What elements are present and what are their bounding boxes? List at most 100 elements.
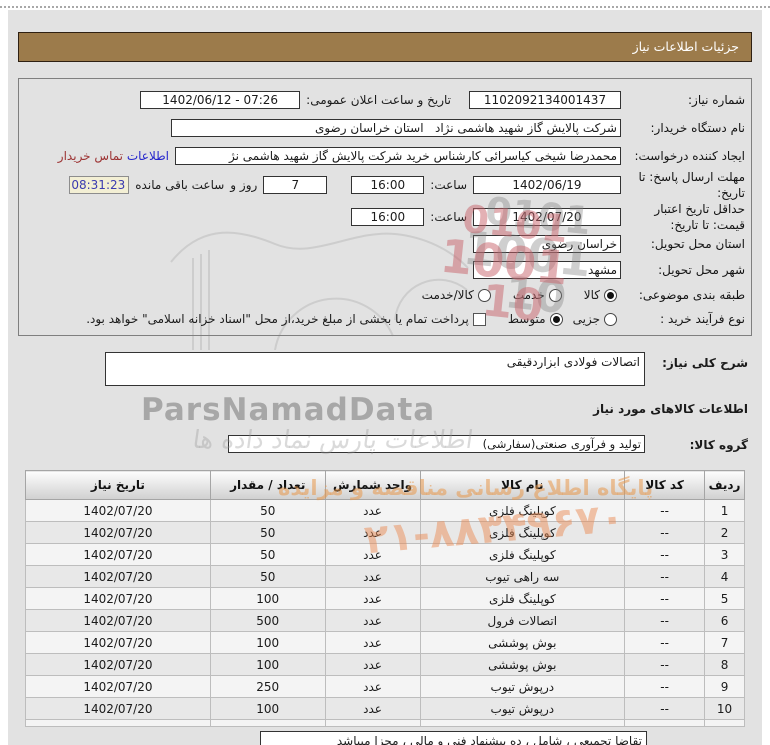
province-field[interactable]: خراسان رضوی <box>473 235 621 253</box>
need-number-field[interactable]: 1102092134001437 <box>469 91 621 109</box>
announce-label: تاریخ و ساعت اعلان عمومی: <box>306 93 451 107</box>
days-remaining-field[interactable]: 7 <box>263 176 328 195</box>
table-cell: 6 <box>704 609 745 632</box>
top-dotted-divider <box>0 6 770 8</box>
buyer-org-field[interactable]: شرکت پالایش گاز شهید هاشمی نژاد استان خر… <box>171 119 621 137</box>
days-and-label: روز و <box>230 178 258 193</box>
table-cell: 10 <box>704 697 745 720</box>
deadline-label: مهلت ارسال پاسخ: تا تاریخ: <box>638 170 745 201</box>
table-cell: 500 <box>209 609 326 632</box>
buyer-contact-link-word1[interactable]: اطلاعات <box>127 149 169 163</box>
table-cell: -- <box>624 521 706 544</box>
row-deadline: مهلت ارسال پاسخ: تا تاریخ: 1402/06/19 سا… <box>25 169 745 201</box>
row-creator: ایجاد کننده درخواست: محمدرضا شیخی کیاسرا… <box>25 147 745 165</box>
table-cell: درپوش تیوب <box>419 675 626 698</box>
category-label: طبقه بندی موضوعی: <box>638 288 745 302</box>
col-quantity: تعداد / مقدار <box>209 470 326 500</box>
treasury-checkbox[interactable] <box>472 312 486 326</box>
treasury-option[interactable]: پرداخت تمام یا بخشی از مبلغ خرید،از محل … <box>86 312 486 326</box>
announce-datetime-field[interactable]: 07:26 - 1402/06/12 <box>140 91 301 109</box>
validity-time-field[interactable]: 16:00 <box>351 208 425 227</box>
table-row: 5 -- کوپلینگ فلزی عدد 100 1402/07/20 <box>25 587 745 610</box>
goods-table-header: ردیف کد کالا نام کالا واحد شمارش تعداد /… <box>25 470 745 500</box>
buyer-contact-link-word2[interactable]: تماس خریدار <box>58 149 123 163</box>
col-item-code: کد کالا <box>624 470 706 500</box>
table-cell: 1402/07/20 <box>25 609 211 632</box>
category-option-goods-service[interactable]: کالا/خدمت <box>422 288 491 302</box>
table-cell: 1402/07/20 <box>25 631 211 654</box>
table-cell: 50 <box>209 543 326 566</box>
city-field[interactable]: مشهد <box>473 261 621 279</box>
table-cell: 100 <box>209 697 326 720</box>
category-option-service[interactable]: خدمت <box>513 288 562 302</box>
table-cell: کوپلینگ فلزی <box>419 543 626 566</box>
radio-goods-service[interactable] <box>477 288 491 302</box>
radio-medium[interactable] <box>549 312 563 326</box>
table-cell: سه راهی تیوب <box>419 565 626 588</box>
goods-group-field[interactable]: تولید و فرآوری صنعتی(سفارشی) <box>228 435 645 453</box>
table-cell: 2 <box>704 521 745 544</box>
table-cell: 50 <box>209 499 326 522</box>
table-cell: عدد <box>324 697 421 720</box>
aggregate-note-field[interactable]: تقاضا تجمیعی ، شامل ، ده پیشنهاد فنی و م… <box>260 731 647 745</box>
watermark-brand: ParsNamadData <box>141 392 436 428</box>
table-cell: -- <box>624 587 706 610</box>
validity-date-field[interactable]: 1402/07/20 <box>473 208 621 227</box>
table-cell: 4 <box>704 565 745 588</box>
row-buyer-org: نام دستگاه خریدار: شرکت پالایش گاز شهید … <box>25 119 745 137</box>
table-row: 1 -- کوپلینگ فلزی عدد 50 1402/07/20 <box>25 499 745 522</box>
table-cell: -- <box>624 543 706 566</box>
deadline-date-field[interactable]: 1402/06/19 <box>473 176 621 195</box>
validity-hour-label: ساعت: <box>430 210 467 225</box>
buyer-contact-link[interactable]: اطلاعات تماس خریدار <box>58 149 169 163</box>
table-cell: عدد <box>324 653 421 676</box>
radio-goods[interactable] <box>604 288 617 302</box>
table-cell: 1 <box>704 499 745 522</box>
table-cell: 50 <box>209 565 326 588</box>
table-cell: 100 <box>209 587 326 610</box>
goods-section-heading: اطلاعات کالاهای مورد نیاز <box>593 402 748 416</box>
creator-label: ایجاد کننده درخواست: <box>634 149 745 163</box>
table-cell: درپوش تیوب <box>419 697 626 720</box>
process-option-minor[interactable]: جزیی <box>573 312 617 326</box>
radio-service[interactable] <box>548 288 562 302</box>
creator-field[interactable]: محمدرضا شیخی کیاسرائی کارشناس خرید شرکت … <box>175 147 621 165</box>
table-cell: بوش پوششی <box>419 653 626 676</box>
table-cell: 1402/07/20 <box>25 565 211 588</box>
table-cell: عدد <box>324 675 421 698</box>
table-cell: عدد <box>324 631 421 654</box>
page-title: جزئیات اطلاعات نیاز <box>18 32 752 62</box>
table-cell: 1402/07/20 <box>25 675 211 698</box>
table-cell: 1402/07/20 <box>25 653 211 676</box>
countdown-timer: 08:31:23 <box>69 176 130 195</box>
need-number-label: شماره نیاز: <box>688 93 745 107</box>
table-cell: کوپلینگ فلزی <box>419 521 626 544</box>
process-type-label: نوع فرآیند خرید : <box>660 312 745 326</box>
table-row: 6 -- اتصالات فرول عدد 500 1402/07/20 <box>25 609 745 632</box>
table-cell: عدد <box>324 587 421 610</box>
table-cell: 8 <box>704 653 745 676</box>
table-cell: -- <box>624 565 706 588</box>
table-cell: 1402/07/20 <box>25 543 211 566</box>
process-option-medium[interactable]: متوسط <box>508 312 563 326</box>
description-label: شرح کلی نیاز: <box>662 356 748 370</box>
col-item-name: نام کالا <box>419 470 626 500</box>
city-label: شهر محل تحویل: <box>658 263 745 277</box>
table-cell: -- <box>624 697 706 720</box>
table-row: 3 -- کوپلینگ فلزی عدد 50 1402/07/20 <box>25 543 745 566</box>
table-row: 8 -- بوش پوششی عدد 100 1402/07/20 <box>25 653 745 676</box>
table-cell: 1402/07/20 <box>25 587 211 610</box>
row-need-number: شماره نیاز: 1102092134001437 تاریخ و ساع… <box>25 91 745 109</box>
radio-minor[interactable] <box>604 312 617 326</box>
deadline-time-field[interactable]: 16:00 <box>351 176 425 195</box>
col-need-date: تاریخ نیاز <box>25 470 211 500</box>
remaining-label: ساعت باقی مانده <box>135 178 225 193</box>
table-row: 7 -- بوش پوششی عدد 100 1402/07/20 <box>25 631 745 654</box>
table-cell: -- <box>624 675 706 698</box>
table-cell: -- <box>624 631 706 654</box>
description-field[interactable]: اتصالات فولادی ابزاردقیقی <box>105 352 645 386</box>
table-cell: -- <box>624 499 706 522</box>
category-option-goods[interactable]: کالا <box>584 288 617 302</box>
table-cell: 7 <box>704 631 745 654</box>
table-cell: -- <box>624 609 706 632</box>
